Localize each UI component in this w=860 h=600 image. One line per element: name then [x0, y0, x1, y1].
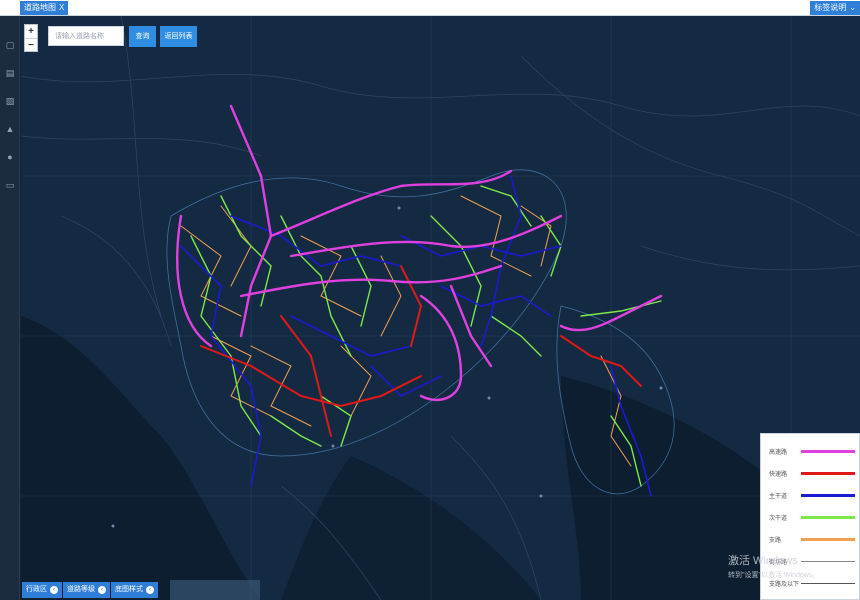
map-bottom-strip: [170, 580, 260, 600]
trash-icon[interactable]: ▧: [5, 96, 15, 106]
back-to-list-button[interactable]: 返回列表: [160, 26, 197, 47]
legend-item-label: 次干道: [769, 516, 788, 522]
legend-item: 主干道: [761, 486, 860, 506]
zoom-control: + −: [24, 24, 38, 52]
watermark-title: 激活 Windows: [728, 555, 798, 567]
map-svg: [21, 16, 860, 600]
zoom-out-button[interactable]: −: [25, 38, 37, 51]
chart-icon[interactable]: ▤: [5, 68, 15, 78]
legend-toggle-button[interactable]: 标签说明 ⌄: [810, 1, 860, 15]
side-icon-rail: ▢ ▤ ▧ ▲ ● ▭: [0, 16, 20, 600]
app-root: 道路地图 X 标签说明 ⌄ ▢ ▤ ▧ ▲ ● ▭ + − 请输入道路名称 查询…: [0, 0, 860, 600]
legend-item-label: 快速路: [769, 472, 788, 478]
tab-road-map[interactable]: 道路地图 X: [20, 1, 69, 15]
zoom-in-button[interactable]: +: [25, 25, 37, 38]
legend-item-label: 支路及以下: [769, 582, 800, 588]
legend-item: 次干道: [761, 508, 860, 528]
legend-item: 高速路: [761, 442, 860, 462]
tab-label: 道路地图: [24, 3, 56, 12]
chevron-down-icon: ⌄: [849, 3, 856, 12]
top-tab-bar: 道路地图 X 标签说明 ⌄: [0, 0, 860, 16]
district-toggle-label: 行政区: [26, 586, 47, 593]
legend-swatch: [801, 472, 855, 475]
legend-item-label: 支路: [769, 538, 782, 544]
windows-activation-watermark: 激活 Windows 转到"设置"以激活 Windows。: [728, 552, 819, 580]
legend-swatch: [801, 450, 855, 453]
chevron-icon: ‹: [146, 586, 154, 594]
road-grade-toggle-button[interactable]: 道路等级 ‹: [63, 582, 110, 598]
legend-toggle-label: 标签说明: [814, 3, 847, 12]
road-grade-toggle-label: 道路等级: [67, 586, 95, 593]
chevron-icon: ‹: [50, 586, 58, 594]
chevron-icon: ‹: [98, 586, 106, 594]
bottom-toolbar: 行政区 ‹ 道路等级 ‹ 底图样式 ‹: [22, 582, 158, 598]
road-icon[interactable]: ▲: [5, 124, 15, 134]
stats-icon[interactable]: ▭: [5, 180, 15, 190]
basemap-style-toggle-button[interactable]: 底图样式 ‹: [111, 582, 158, 598]
basemap-style-toggle-label: 底图样式: [115, 586, 143, 593]
legend-item-label: 高速路: [769, 450, 788, 456]
close-icon[interactable]: X: [59, 1, 64, 15]
legend-swatch: [801, 494, 855, 497]
district-toggle-button[interactable]: 行政区 ‹: [22, 582, 62, 598]
legend-swatch: [801, 516, 855, 519]
legend-item-label: 主干道: [769, 494, 788, 500]
road-search-input[interactable]: [48, 26, 124, 46]
legend-item: 快速路: [761, 464, 860, 484]
watermark-subtitle: 转到"设置"以激活 Windows。: [728, 572, 820, 579]
road-map-canvas[interactable]: [21, 16, 860, 600]
legend-swatch: [801, 538, 855, 541]
legend-item: 支路: [761, 530, 860, 550]
query-button[interactable]: 查询: [129, 26, 156, 47]
file-icon[interactable]: ▢: [5, 40, 15, 50]
pin-icon[interactable]: ●: [5, 152, 15, 162]
legend-swatch: [801, 583, 855, 584]
